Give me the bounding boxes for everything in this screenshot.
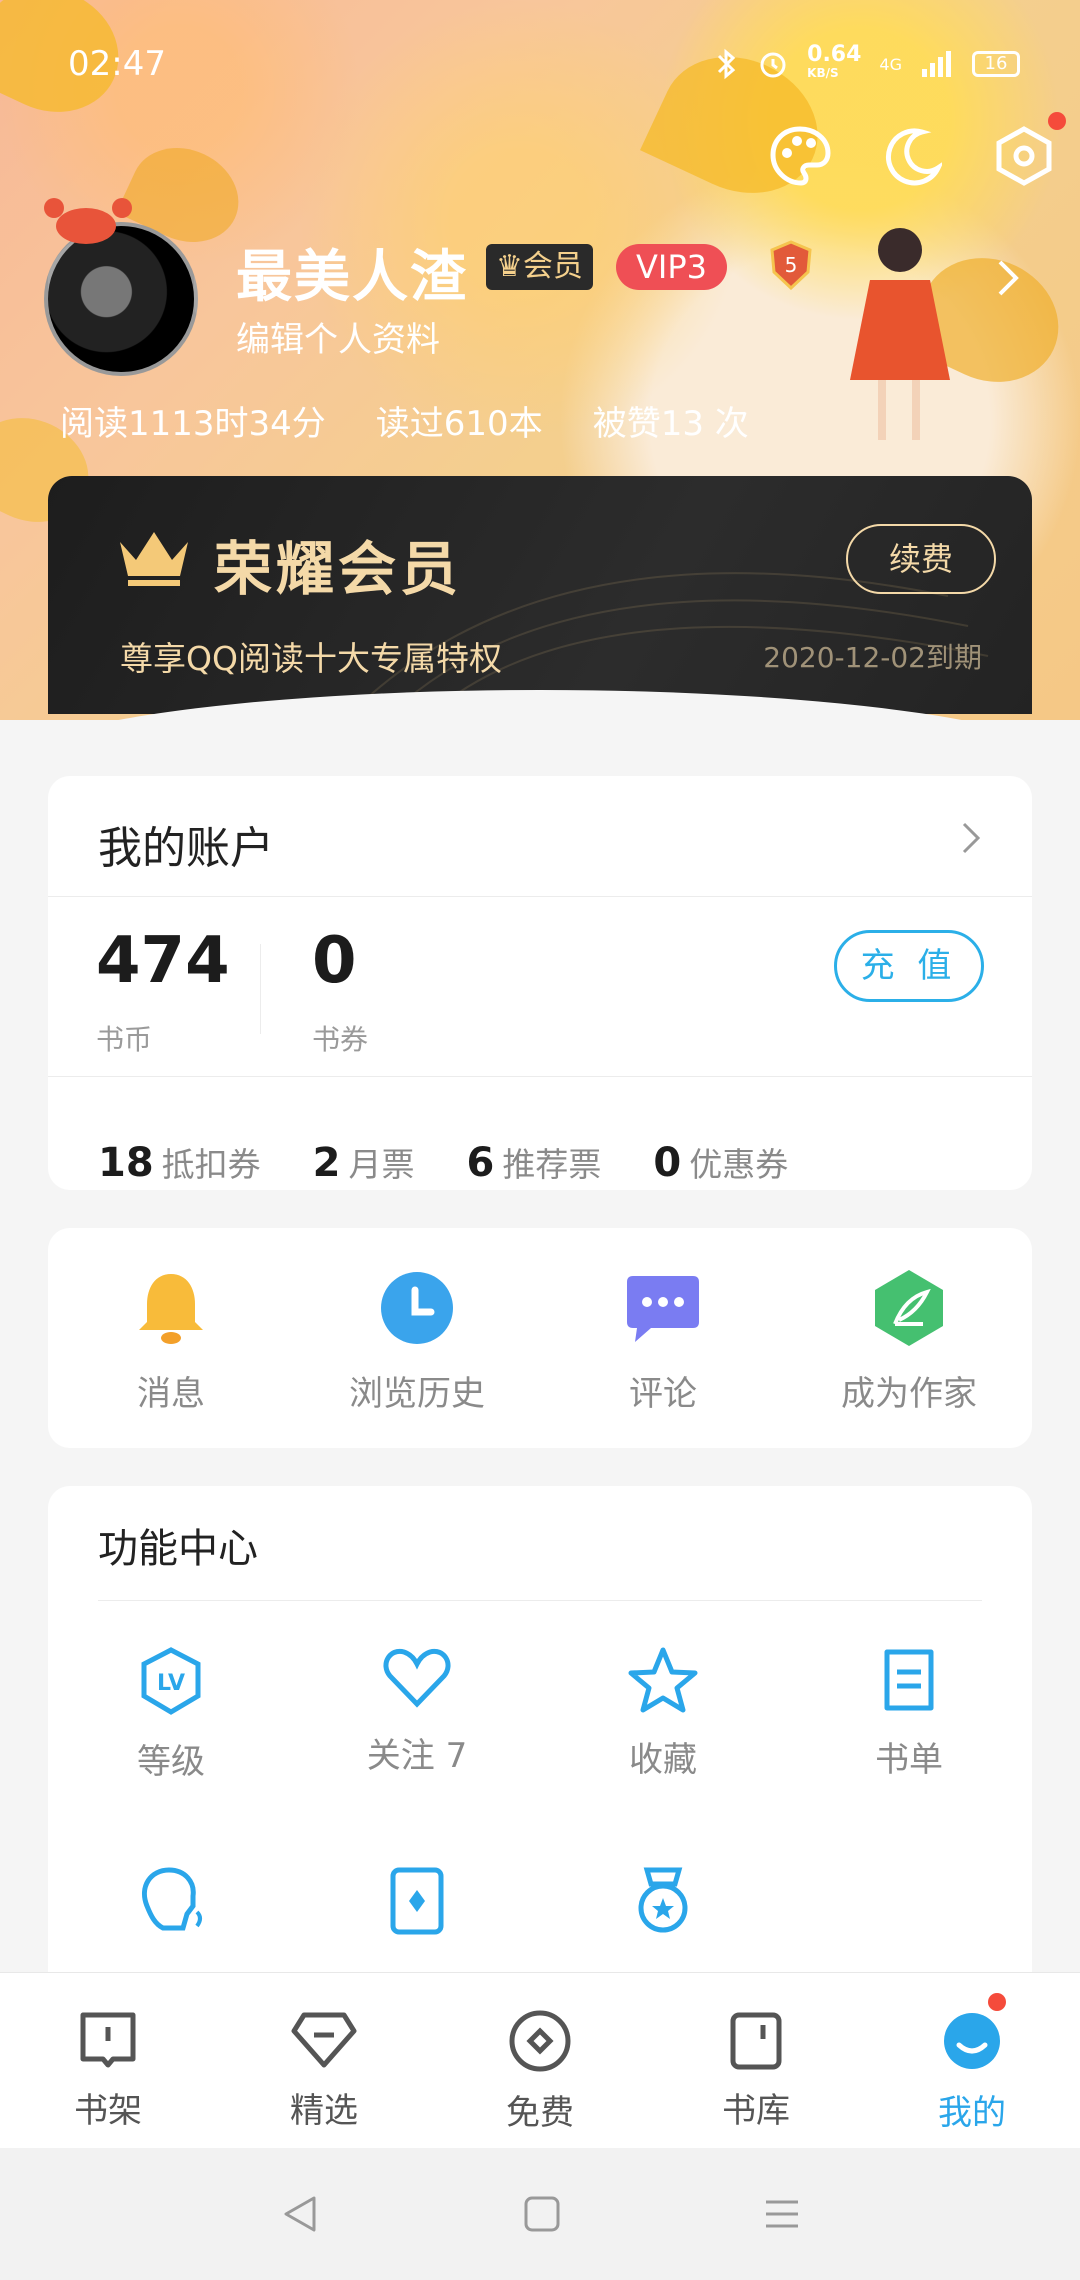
svg-text:LV: LV xyxy=(157,1671,185,1696)
crown-icon: ♛ xyxy=(496,249,523,284)
crab-icon xyxy=(44,198,132,244)
coin-balance[interactable]: 474 xyxy=(96,924,230,998)
tab-featured[interactable]: 精选 xyxy=(216,1973,432,2148)
level-shield-icon[interactable]: 5 xyxy=(768,240,814,290)
divider xyxy=(48,1076,1032,1077)
alarm-icon xyxy=(760,52,786,78)
battery-indicator: 16 xyxy=(972,51,1020,77)
chevron-right-icon[interactable] xyxy=(994,258,1024,298)
divider xyxy=(260,944,261,1034)
renew-button[interactable]: 续费 xyxy=(846,524,996,594)
crown-icon xyxy=(120,532,188,586)
notification-dot xyxy=(988,1993,1006,2011)
ticket-row: 18 抵扣券 2 月票 6 推荐票 0 优惠券 xyxy=(98,1138,788,1186)
nickname[interactable]: 最美人渣 xyxy=(236,232,468,313)
quick-links-card: 消息 浏览历史 评论 成为作家 xyxy=(48,1228,1032,1448)
function-center-title: 功能中心 xyxy=(98,1526,258,1572)
history-button[interactable]: 浏览历史 xyxy=(297,1268,537,1415)
header-actions xyxy=(764,112,1066,192)
vip-description: 尊享QQ阅读十大专属特权 xyxy=(120,639,502,678)
recommend-ticket[interactable]: 6 推荐票 xyxy=(467,1138,602,1186)
recharge-button[interactable]: 充 值 xyxy=(834,930,984,1002)
coupon[interactable]: 0 优惠券 xyxy=(653,1138,788,1186)
status-time: 02:47 xyxy=(68,44,166,84)
featured-icon xyxy=(291,2012,357,2068)
feather-icon xyxy=(875,1270,943,1346)
net-speed: 0.64 KB/S xyxy=(807,42,862,81)
edit-profile-link[interactable]: 编辑个人资料 xyxy=(236,312,440,361)
home-icon[interactable] xyxy=(522,2194,562,2234)
favorites-button[interactable]: 收藏 xyxy=(540,1646,786,1866)
bluetooth-icon xyxy=(718,48,736,80)
vip-expiry: 2020-12-02到期 xyxy=(763,641,982,674)
status-bar: 02:47 0.64 KB/S 4G 16 xyxy=(0,40,1080,90)
bottom-tab-bar: 书架 精选 免费 书库 我的 xyxy=(0,1972,1080,2148)
moon-icon xyxy=(886,128,942,186)
level-button[interactable]: LV 等级 xyxy=(48,1646,294,1866)
tab-bookshelf[interactable]: 书架 xyxy=(0,1973,216,2148)
notification-dot xyxy=(1048,112,1066,130)
vip-membership-card[interactable]: 荣耀会员 续费 尊享QQ阅读十大专属特权 2020-12-02到期 xyxy=(48,476,1032,714)
free-icon xyxy=(509,2010,571,2072)
voucher-label: 书券 xyxy=(312,1023,369,1056)
monthly-ticket[interactable]: 2 月票 xyxy=(313,1138,415,1186)
library-icon xyxy=(730,2012,782,2070)
chat-icon xyxy=(627,1276,699,1342)
coin-label: 书币 xyxy=(96,1023,153,1056)
theme-button[interactable] xyxy=(764,120,836,192)
medal-icon xyxy=(638,1867,688,1933)
heart-icon xyxy=(383,1648,451,1708)
voucher-balance[interactable]: 0 xyxy=(312,924,357,998)
booklist-icon xyxy=(884,1649,934,1711)
chevron-right-icon[interactable] xyxy=(960,820,982,856)
books-read-stat[interactable]: 读过610本 xyxy=(376,396,543,445)
palette-icon xyxy=(770,126,831,186)
back-icon[interactable] xyxy=(278,2192,322,2236)
network-type: 4G xyxy=(879,54,902,74)
messages-button[interactable]: 消息 xyxy=(51,1268,291,1415)
read-time-stat[interactable]: 阅读1113时34分 xyxy=(60,396,326,445)
night-mode-button[interactable] xyxy=(876,120,948,192)
account-title[interactable]: 我的账户 xyxy=(98,812,274,876)
menu-icon[interactable] xyxy=(762,2194,802,2234)
function-center-card: 功能中心 LV 等级 关注 7 收藏 书单 xyxy=(48,1486,1032,2006)
discount-voucher[interactable]: 18 抵扣券 xyxy=(98,1138,261,1186)
tab-library[interactable]: 书库 xyxy=(648,1973,864,2148)
bell-icon xyxy=(139,1274,203,1344)
signal-icon xyxy=(922,51,951,77)
member-badge[interactable]: ♛会员 xyxy=(486,244,593,290)
bookshelf-icon xyxy=(80,2012,136,2068)
settings-button[interactable] xyxy=(988,112,1066,192)
reading-stats: 阅读1113时34分 读过610本 被赞13 次 xyxy=(60,396,749,445)
tab-free[interactable]: 免费 xyxy=(432,1973,648,2148)
comments-button[interactable]: 评论 xyxy=(543,1268,783,1415)
level-icon: LV xyxy=(141,1647,201,1715)
svg-text:5: 5 xyxy=(785,253,798,277)
divider xyxy=(98,1600,982,1601)
hexagon-settings-icon xyxy=(996,126,1052,186)
vip-title: 荣耀会员 xyxy=(214,535,463,603)
voice-icon xyxy=(142,1867,202,1931)
follow-button[interactable]: 关注 7 xyxy=(294,1646,540,1866)
vip-level-badge[interactable]: VIP3 xyxy=(616,244,727,290)
booklist-button[interactable]: 书单 xyxy=(786,1646,1032,1866)
clock-icon xyxy=(381,1272,453,1344)
star-icon xyxy=(628,1647,698,1713)
card-icon xyxy=(390,1867,444,1935)
likes-stat[interactable]: 被赞13 次 xyxy=(593,396,749,445)
account-card: 我的账户 474 书币 0 书券 充 值 18 抵扣券 2 月票 6 推荐票 0 优惠券 xyxy=(48,776,1032,1190)
system-navigation-bar xyxy=(0,2148,1080,2280)
divider xyxy=(48,896,1032,897)
me-icon xyxy=(944,2013,1000,2069)
tab-me[interactable]: 我的 xyxy=(864,1973,1080,2148)
illustration-icon xyxy=(850,228,950,440)
become-writer-button[interactable]: 成为作家 xyxy=(789,1268,1029,1415)
